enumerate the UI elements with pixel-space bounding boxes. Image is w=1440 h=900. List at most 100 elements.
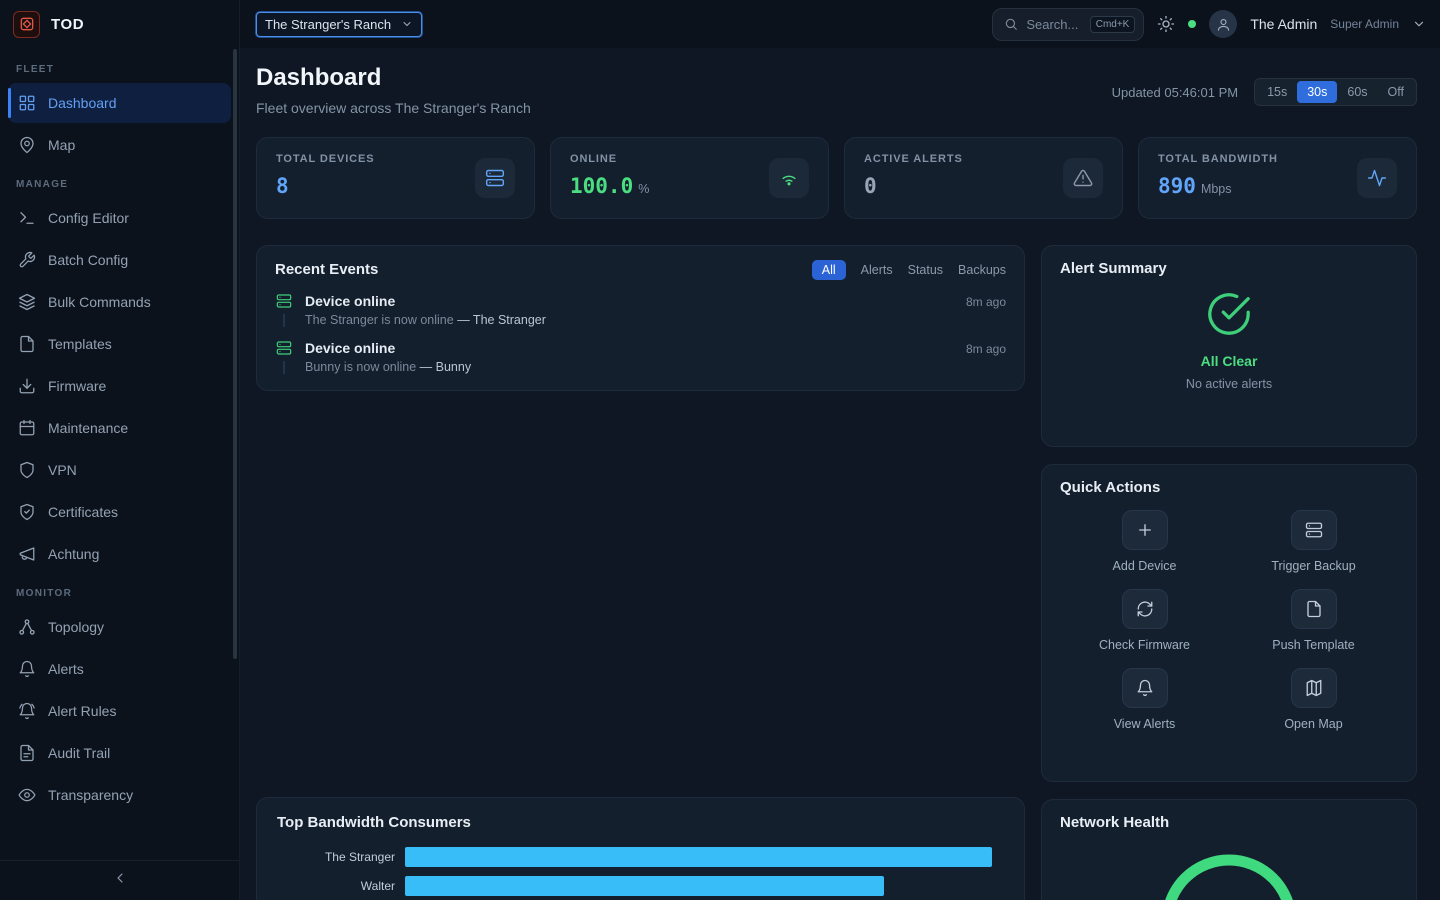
- alert-summary-detail: No active alerts: [1186, 377, 1272, 391]
- wifi-icon: [769, 158, 809, 198]
- sidebar-item-vpn[interactable]: VPN: [8, 450, 231, 490]
- filter-status-button[interactable]: Status: [908, 263, 943, 277]
- bandwidth-title: Top Bandwidth Consumers: [277, 814, 1004, 831]
- sidebar-item-label: Maintenance: [48, 420, 128, 436]
- stat-unit: Mbps: [1201, 182, 1232, 196]
- megaphone-icon: [18, 545, 36, 563]
- trigger-backup-button[interactable]: Trigger Backup: [1229, 510, 1398, 573]
- page-content: Dashboard Fleet overview across The Stra…: [240, 48, 1440, 900]
- bandwidth-device-label: Walter: [277, 879, 405, 893]
- search-shortcut-badge: Cmd+K: [1090, 16, 1136, 33]
- stat-label: TOTAL DEVICES: [276, 153, 375, 165]
- event-title: Device online: [305, 340, 395, 356]
- filter-alerts-button[interactable]: Alerts: [861, 263, 893, 277]
- sidebar-item-transparency[interactable]: Transparency: [8, 775, 231, 815]
- stat-label: ACTIVE ALERTS: [864, 153, 963, 165]
- avatar[interactable]: [1209, 10, 1237, 38]
- sidebar-item-maintenance[interactable]: Maintenance: [8, 408, 231, 448]
- sidebar-item-batch-config[interactable]: Batch Config: [8, 240, 231, 280]
- server-icon: [1291, 510, 1337, 550]
- sidebar-scrollbar[interactable]: [233, 49, 237, 659]
- add-device-button[interactable]: Add Device: [1060, 510, 1229, 573]
- plus-icon: [1122, 510, 1168, 550]
- sidebar-collapse-button[interactable]: [0, 860, 239, 900]
- user-menu-button[interactable]: [1412, 17, 1426, 31]
- search-input[interactable]: Search... Cmd+K: [992, 8, 1144, 41]
- eye-icon: [18, 786, 36, 804]
- stat-value: 100.0: [570, 174, 633, 198]
- dashboard-columns: Recent Events All Alerts Status Backups: [256, 245, 1417, 900]
- quick-actions-title: Quick Actions: [1060, 479, 1398, 496]
- sidebar-item-topology[interactable]: Topology: [8, 607, 231, 647]
- chevron-down-icon: [1412, 17, 1426, 31]
- sidebar-item-config-editor[interactable]: Config Editor: [8, 198, 231, 238]
- event-device: — The Stranger: [457, 313, 546, 327]
- sidebar-item-label: Alert Rules: [48, 703, 116, 719]
- quick-action-label: Push Template: [1272, 638, 1354, 652]
- filter-backups-button[interactable]: Backups: [958, 263, 1006, 277]
- sidebar-item-label: Alerts: [48, 661, 84, 677]
- bandwidth-bar: [405, 876, 884, 896]
- refresh-30s-button[interactable]: 30s: [1297, 81, 1337, 103]
- calendar-icon: [18, 419, 36, 437]
- sidebar-item-map[interactable]: Map: [8, 125, 231, 165]
- fleet-selector[interactable]: The Stranger's Ranch: [256, 12, 422, 37]
- check-circle-icon: [1206, 291, 1252, 342]
- layers-icon: [18, 293, 36, 311]
- quick-actions-panel: Quick Actions Add Device Trigger Backup: [1041, 464, 1417, 782]
- refresh-60s-button[interactable]: 60s: [1337, 81, 1377, 103]
- chevron-down-icon: [401, 18, 413, 30]
- sidebar-item-achtung[interactable]: Achtung: [8, 534, 231, 574]
- page-title: Dashboard: [256, 64, 531, 93]
- sidebar-item-label: Map: [48, 137, 75, 153]
- alert-summary-panel: Alert Summary All Clear No active alerts: [1041, 245, 1417, 447]
- sidebar-item-bulk-commands[interactable]: Bulk Commands: [8, 282, 231, 322]
- view-alerts-button[interactable]: View Alerts: [1060, 668, 1229, 731]
- device-server-icon: [276, 293, 292, 309]
- refresh-15s-button[interactable]: 15s: [1257, 81, 1297, 103]
- sidebar-item-alert-rules[interactable]: Alert Rules: [8, 691, 231, 731]
- sidebar-item-label: Firmware: [48, 378, 106, 394]
- check-firmware-button[interactable]: Check Firmware: [1060, 589, 1229, 652]
- event-title: Device online: [305, 293, 395, 309]
- event-time: 8m ago: [966, 295, 1006, 309]
- sidebar-item-firmware[interactable]: Firmware: [8, 366, 231, 406]
- alert-summary-title: Alert Summary: [1060, 260, 1398, 277]
- sidebar-item-templates[interactable]: Templates: [8, 324, 231, 364]
- sidebar-item-audit-trail[interactable]: Audit Trail: [8, 733, 231, 773]
- event-description: The Stranger is now online: [305, 313, 454, 327]
- stat-label: ONLINE: [570, 153, 649, 165]
- shield-check-icon: [18, 503, 36, 521]
- event-description: Bunny is now online: [305, 360, 416, 374]
- timeline-connector: [283, 361, 285, 374]
- spacer: [256, 391, 1025, 797]
- sidebar-item-certificates[interactable]: Certificates: [8, 492, 231, 532]
- event-row[interactable]: Device online 8m ago Bunny is now online…: [275, 340, 1006, 374]
- bandwidth-row: Walter: [277, 876, 1004, 896]
- map-pin-icon: [18, 136, 36, 154]
- brand-name: TOD: [51, 16, 84, 33]
- theme-toggle-button[interactable]: [1157, 15, 1175, 33]
- brand: TOD: [0, 0, 239, 48]
- file-icon: [18, 335, 36, 353]
- open-map-button[interactable]: Open Map: [1229, 668, 1398, 731]
- sidebar-item-dashboard[interactable]: Dashboard: [8, 83, 231, 123]
- event-row[interactable]: Device online 8m ago The Stranger is now…: [275, 293, 1006, 327]
- sidebar-item-label: Achtung: [48, 546, 99, 562]
- refresh-off-button[interactable]: Off: [1378, 81, 1414, 103]
- push-template-button[interactable]: Push Template: [1229, 589, 1398, 652]
- stat-label: TOTAL BANDWIDTH: [1158, 153, 1278, 165]
- download-icon: [18, 377, 36, 395]
- stat-card-total-bandwidth: TOTAL BANDWIDTH 890Mbps: [1138, 137, 1417, 219]
- bandwidth-bar: [405, 847, 992, 867]
- network-health-panel: Network Health: [1041, 799, 1417, 900]
- nav-section-fleet: FLEET: [0, 52, 239, 81]
- quick-action-label: View Alerts: [1114, 717, 1176, 731]
- quick-action-label: Add Device: [1113, 559, 1177, 573]
- bandwidth-row: The Stranger: [277, 847, 1004, 867]
- dashboard-icon: [18, 94, 36, 112]
- filter-all-button[interactable]: All: [812, 260, 846, 280]
- map-icon: [1291, 668, 1337, 708]
- sidebar: TOD FLEET Dashboard Map MANAGE Config Ed…: [0, 0, 240, 900]
- sidebar-item-alerts[interactable]: Alerts: [8, 649, 231, 689]
